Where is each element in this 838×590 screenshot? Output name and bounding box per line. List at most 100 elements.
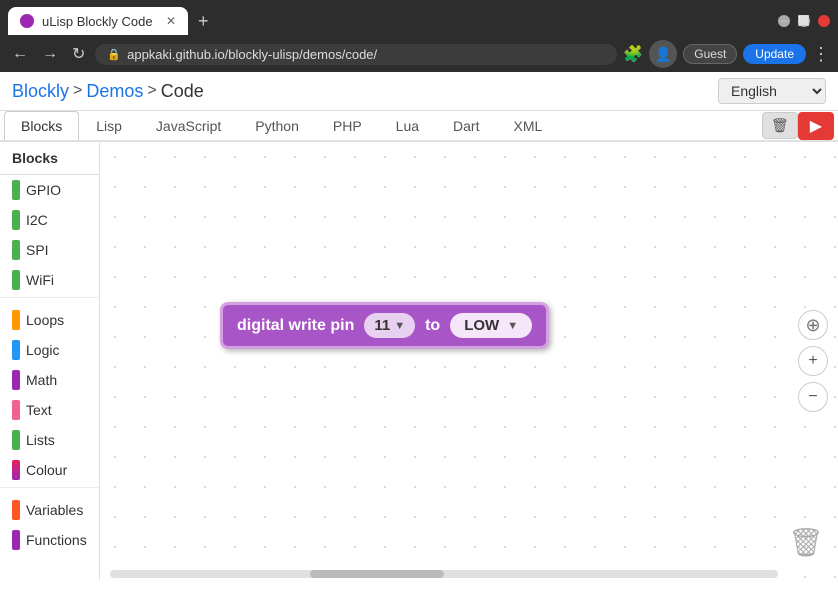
sidebar-item-logic-label: Logic xyxy=(26,342,59,358)
update-button[interactable]: Update xyxy=(743,44,806,64)
lock-icon: 🔒 xyxy=(107,48,121,61)
digital-write-block[interactable]: digital write pin 11 ▼ to LOW ▼ xyxy=(220,302,549,349)
breadcrumb: Blockly > Demos > Code xyxy=(12,81,204,102)
tab-blocks[interactable]: Blocks xyxy=(4,111,79,140)
i2c-color-dot xyxy=(12,210,20,230)
spi-color-dot xyxy=(12,240,20,260)
pin-dropdown[interactable]: 11 ▼ xyxy=(364,313,415,338)
zoom-out-button[interactable]: − xyxy=(798,382,828,412)
sidebar-item-loops-label: Loops xyxy=(26,312,64,328)
sidebar-item-math[interactable]: Math xyxy=(0,365,99,395)
tab-bar: uLisp Blockly Code ✕ + − ⬜ ✕ xyxy=(0,0,838,36)
reload-button[interactable]: ↻ xyxy=(68,42,89,66)
breadcrumb-blockly[interactable]: Blockly xyxy=(12,81,69,102)
tab-dart[interactable]: Dart xyxy=(436,111,496,140)
workspace[interactable]: digital write pin 11 ▼ to LOW ▼ ⊕ + − xyxy=(100,142,838,580)
minimize-button[interactable]: − xyxy=(778,15,790,27)
page-header: Blockly > Demos > Code English Deutsch E… xyxy=(0,72,838,111)
loops-color-dot xyxy=(12,310,20,330)
tab-favicon xyxy=(20,14,34,28)
value-dropdown-arrow: ▼ xyxy=(507,320,518,332)
tab-javascript[interactable]: JavaScript xyxy=(139,111,238,140)
value-dropdown[interactable]: LOW ▼ xyxy=(450,313,532,338)
sidebar-item-lists-label: Lists xyxy=(26,432,55,448)
breadcrumb-current: Code xyxy=(161,81,204,102)
sidebar-item-gpio-label: GPIO xyxy=(26,182,61,198)
math-color-dot xyxy=(12,370,20,390)
sidebar-item-spi[interactable]: SPI xyxy=(0,235,99,265)
tab-lisp[interactable]: Lisp xyxy=(79,111,139,140)
sidebar-item-colour-label: Colour xyxy=(26,462,67,478)
extension-icon: 🧩 xyxy=(623,44,643,64)
new-tab-button[interactable]: + xyxy=(192,11,215,32)
restore-button[interactable]: ⬜ xyxy=(798,15,810,27)
main-area: Blocks GPIO I2C SPI WiFi Loops xyxy=(0,142,838,580)
sidebar-item-variables[interactable]: Variables xyxy=(0,495,99,525)
sidebar-item-lists[interactable]: Lists xyxy=(0,425,99,455)
workspace-trash-icon: 🗑 xyxy=(788,527,824,558)
more-options-button[interactable]: ⋮ xyxy=(812,44,830,65)
workspace-controls: ⊕ + − xyxy=(798,310,828,412)
page-content: Blockly > Demos > Code English Deutsch E… xyxy=(0,72,838,590)
workspace-grid xyxy=(100,142,838,580)
text-color-dot xyxy=(12,400,20,420)
reset-view-button[interactable]: ⊕ xyxy=(798,310,828,340)
active-tab[interactable]: uLisp Blockly Code ✕ xyxy=(8,7,188,35)
block-container[interactable]: digital write pin 11 ▼ to LOW ▼ xyxy=(220,302,549,349)
tab-title: uLisp Blockly Code xyxy=(42,14,153,29)
breadcrumb-sep2: > xyxy=(147,82,156,100)
sidebar-item-loops[interactable]: Loops xyxy=(0,305,99,335)
sidebar-item-gpio[interactable]: GPIO xyxy=(0,175,99,205)
language-selector[interactable]: English Deutsch Español Français 中文 xyxy=(718,78,826,104)
tabs-row: Blocks Lisp JavaScript Python PHP Lua Da… xyxy=(0,111,838,142)
browser-toolbar-right: 🧩 👤 Guest Update ⋮ xyxy=(623,40,830,68)
tab-lua[interactable]: Lua xyxy=(379,111,436,140)
sidebar-item-spi-label: SPI xyxy=(26,242,49,258)
tab-xml[interactable]: XML xyxy=(496,111,559,140)
to-label: to xyxy=(425,317,440,335)
sidebar-item-wifi-label: WiFi xyxy=(26,272,54,288)
sidebar-item-functions-label: Functions xyxy=(26,532,87,548)
breadcrumb-demos[interactable]: Demos xyxy=(86,81,143,102)
sidebar-divider2 xyxy=(0,487,99,493)
pin-value: 11 xyxy=(374,317,390,334)
sidebar-item-colour[interactable]: Colour xyxy=(0,455,99,485)
lists-color-dot xyxy=(12,430,20,450)
address-bar-row: ← → ↻ 🔒 appkaki.github.io/blockly-ulisp/… xyxy=(0,36,838,72)
url-text: appkaki.github.io/blockly-ulisp/demos/co… xyxy=(127,47,377,62)
sidebar-blocks-label[interactable]: Blocks xyxy=(0,142,99,175)
delete-button[interactable]: 🗑 xyxy=(762,112,798,139)
workspace-scrollbar-thumb[interactable] xyxy=(310,570,444,578)
gpio-color-dot xyxy=(12,180,20,200)
block-text: digital write pin xyxy=(237,317,354,335)
workspace-trash: 🗑 xyxy=(788,526,824,566)
tab-php[interactable]: PHP xyxy=(316,111,379,140)
sidebar: Blocks GPIO I2C SPI WiFi Loops xyxy=(0,142,100,580)
sidebar-item-functions[interactable]: Functions xyxy=(0,525,99,555)
sidebar-item-text-label: Text xyxy=(26,402,52,418)
profile-icon[interactable]: 👤 xyxy=(649,40,677,68)
zoom-in-button[interactable]: + xyxy=(798,346,828,376)
close-button[interactable]: ✕ xyxy=(818,15,830,27)
back-button[interactable]: ← xyxy=(8,43,32,65)
tab-close-button[interactable]: ✕ xyxy=(166,14,176,28)
workspace-scrollbar[interactable] xyxy=(110,570,778,578)
breadcrumb-sep1: > xyxy=(73,82,82,100)
browser-chrome: uLisp Blockly Code ✕ + − ⬜ ✕ ← → ↻ 🔒 app… xyxy=(0,0,838,72)
colour-color-dot xyxy=(12,460,20,480)
tab-python[interactable]: Python xyxy=(238,111,316,140)
sidebar-item-variables-label: Variables xyxy=(26,502,83,518)
sidebar-item-text[interactable]: Text xyxy=(0,395,99,425)
sidebar-item-wifi[interactable]: WiFi xyxy=(0,265,99,295)
sidebar-item-logic[interactable]: Logic xyxy=(0,335,99,365)
address-bar[interactable]: 🔒 appkaki.github.io/blockly-ulisp/demos/… xyxy=(95,44,617,65)
guest-button[interactable]: Guest xyxy=(683,44,737,64)
forward-button[interactable]: → xyxy=(38,43,62,65)
run-button[interactable]: ▶ xyxy=(798,112,834,140)
logic-color-dot xyxy=(12,340,20,360)
sidebar-item-math-label: Math xyxy=(26,372,57,388)
sidebar-divider xyxy=(0,297,99,303)
variables-color-dot xyxy=(12,500,20,520)
sidebar-item-i2c[interactable]: I2C xyxy=(0,205,99,235)
functions-color-dot xyxy=(12,530,20,550)
